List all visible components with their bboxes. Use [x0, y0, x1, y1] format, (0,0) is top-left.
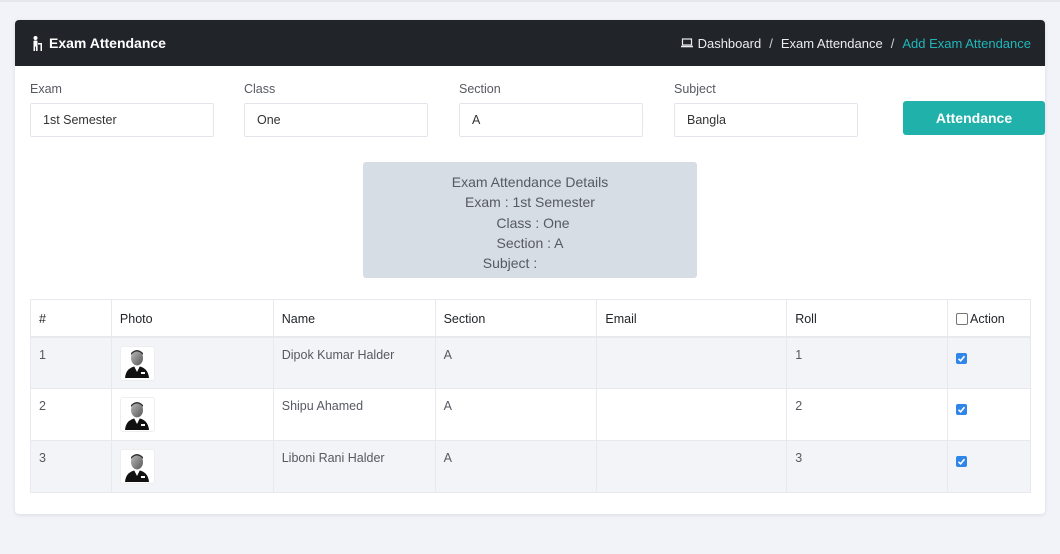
card-header: Exam Attendance Dashboard / Exam Attenda…	[15, 20, 1045, 66]
subject-select[interactable]: Bangla	[674, 103, 858, 137]
cell-name: Dipok Kumar Halder	[272, 336, 436, 389]
avatar	[119, 345, 155, 381]
page-title: Exam Attendance	[32, 35, 166, 51]
table-row: 1 Dipok Kumar Halder A 1	[30, 336, 1031, 389]
laptop-icon	[680, 38, 693, 48]
breadcrumb-add-exam-attendance: Add Exam Attendance	[902, 35, 1031, 51]
exam-select[interactable]: 1st Semester	[30, 103, 214, 137]
class-select[interactable]: One	[244, 103, 428, 137]
student-icon	[33, 35, 42, 51]
subject-group: Subject Bangla	[674, 82, 858, 137]
cell-email	[596, 440, 788, 493]
breadcrumb-separator: /	[769, 35, 773, 51]
section-label: Section	[459, 82, 501, 96]
exam-label: Exam	[30, 82, 62, 96]
student-avatar-icon	[125, 453, 150, 482]
cell-roll: 1	[786, 336, 949, 389]
attendance-button[interactable]: Attendance	[903, 101, 1045, 135]
cell-action	[947, 440, 1031, 493]
cell-name: Liboni Rani Halder	[272, 440, 436, 493]
top-border	[0, 0, 1060, 2]
cell-number: 1	[30, 336, 112, 389]
breadcrumb-dashboard[interactable]: Dashboard	[698, 36, 762, 51]
exam-group: Exam 1st Semester	[30, 82, 214, 137]
attendance-checkbox[interactable]	[956, 456, 968, 467]
cell-photo	[110, 388, 274, 441]
cell-section: A	[434, 440, 598, 493]
cell-photo	[110, 440, 274, 493]
col-photo: Photo	[110, 299, 274, 338]
breadcrumb: Dashboard / Exam Attendance / Add Exam A…	[680, 35, 1031, 51]
table-row: 3 Liboni Rani Halder A 3	[30, 440, 1031, 493]
exam-attendance-card: Exam Attendance Dashboard / Exam Attenda…	[15, 20, 1045, 514]
page-title-text: Exam Attendance	[49, 35, 166, 51]
col-action-label: Action	[970, 312, 1005, 326]
attendance-checkbox[interactable]	[956, 404, 968, 415]
table-header-row: # Photo Name Section Email Roll Action	[30, 299, 1031, 338]
cell-email	[596, 388, 788, 441]
class-label: Class	[244, 82, 276, 96]
student-avatar-icon	[125, 350, 150, 378]
breadcrumb-exam-attendance[interactable]: Exam Attendance	[781, 36, 883, 51]
attendance-details-box: Exam Attendance Details Exam : 1st Semes…	[363, 162, 697, 278]
avatar	[119, 449, 155, 484]
cell-section: A	[434, 336, 598, 389]
cell-action	[947, 388, 1031, 441]
breadcrumb-separator: /	[890, 35, 895, 51]
class-group: Class One	[244, 82, 428, 137]
cell-number: 3	[30, 440, 112, 493]
details-title: Exam Attendance Details	[451, 174, 609, 190]
cell-email	[596, 336, 788, 389]
col-section: Section	[434, 299, 598, 338]
col-email: Email	[596, 299, 788, 338]
subject-label: Subject	[674, 82, 716, 96]
col-number: #	[30, 299, 112, 338]
checkmark-icon	[957, 355, 966, 362]
select-all-checkbox[interactable]	[956, 313, 969, 325]
cell-roll: 2	[786, 388, 949, 441]
cell-number: 2	[30, 388, 112, 441]
col-roll: Roll	[786, 299, 949, 338]
details-exam: Exam : 1st Semester	[465, 194, 595, 211]
details-subject: Subject :	[482, 255, 538, 272]
cell-roll: 3	[786, 440, 949, 493]
cell-photo	[110, 336, 274, 389]
cell-name: Shipu Ahamed	[272, 388, 436, 441]
details-class: Class : One	[496, 214, 570, 231]
cell-action	[947, 336, 1031, 389]
section-group: Section A	[459, 82, 643, 137]
section-select[interactable]: A	[459, 103, 643, 137]
filter-form: Exam 1st Semester Class One Section A Su…	[30, 82, 1045, 142]
attendance-checkbox[interactable]	[956, 352, 968, 364]
details-section: Section : A	[496, 234, 564, 251]
avatar	[119, 397, 155, 432]
table-row: 2 Shipu Ahamed A 2	[30, 388, 1031, 441]
checkmark-icon	[957, 458, 966, 465]
checkmark-icon	[957, 406, 966, 413]
col-action: Action	[947, 299, 1031, 338]
students-table: # Photo Name Section Email Roll Action 1…	[30, 299, 1031, 493]
cell-section: A	[434, 388, 598, 441]
col-name: Name	[272, 299, 436, 338]
student-avatar-icon	[125, 401, 150, 430]
table-body: 1 Dipok Kumar Halder A 1 2 Shipu Ahamed A 2 3 Lib…	[30, 336, 1031, 493]
